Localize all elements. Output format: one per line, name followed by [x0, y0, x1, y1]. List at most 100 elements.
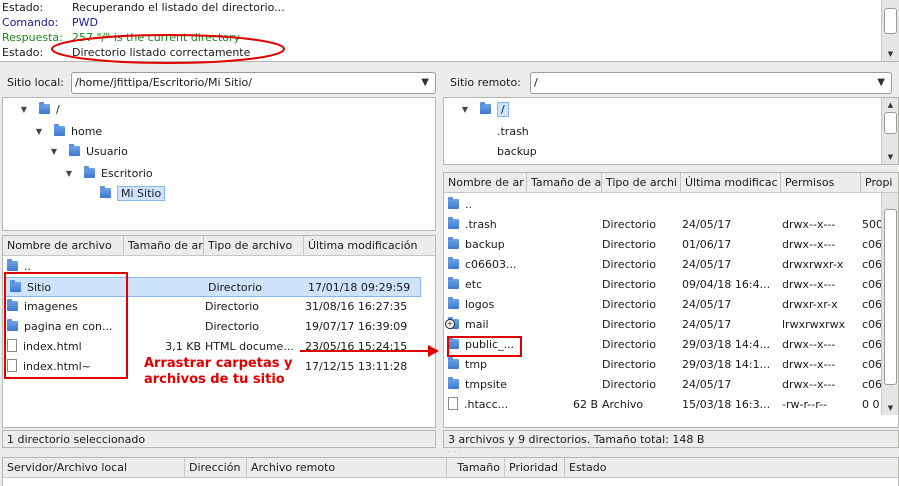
local-path-combo[interactable]: /home/jfittipa/Escritorio/Mi Sitio/ ▼: [71, 72, 436, 94]
file-name-cell: tmp: [448, 355, 528, 375]
remote-target-highlight-box: [447, 336, 522, 357]
tree-node[interactable]: ▼ /: [21, 100, 60, 120]
expand-arrow-icon[interactable]: ▼: [64, 164, 74, 184]
chevron-down-icon[interactable]: ▼: [421, 73, 429, 93]
expand-arrow-icon[interactable]: ▼: [460, 100, 470, 120]
table-row[interactable]: backup Directorio 01/06/17 drwx--x--- c06: [444, 235, 882, 255]
file-permissions: drwx--x---: [782, 338, 836, 351]
tree-node[interactable]: ▼ /: [462, 100, 509, 120]
scroll-down-arrow[interactable]: ▼: [882, 402, 898, 414]
file-name: .trash: [465, 218, 497, 231]
file-size: [528, 215, 598, 235]
column-header-direction[interactable]: Dirección: [185, 458, 247, 477]
file-modified: 15/03/18 16:3...: [682, 398, 771, 411]
remote-list-header: Nombre de ar Tamaño de a Tipo de archi Ú…: [444, 173, 898, 193]
file-size: [124, 317, 201, 337]
scroll-up-arrow[interactable]: ▲: [882, 99, 898, 111]
tree-node-label: /: [497, 102, 509, 117]
folder-icon: [448, 257, 459, 269]
file-size: [528, 355, 598, 375]
column-header-size[interactable]: Tamaño de a: [527, 173, 602, 192]
file-type: Directorio: [602, 358, 656, 371]
column-header-size[interactable]: Tamaño: [447, 458, 505, 477]
file-name-cell: .trash: [448, 215, 528, 235]
log-line-message: Recuperando el listado del directorio...: [72, 1, 285, 14]
highlight-ellipse: [51, 34, 285, 64]
log-scrollbar[interactable]: ▼: [881, 0, 899, 61]
table-row[interactable]: etc Directorio 09/04/18 16:4... drwx--x--- c…: [444, 275, 882, 295]
file-icon: [448, 397, 458, 410]
column-header-type[interactable]: Tipo de archivo: [204, 236, 304, 255]
splitter-handle[interactable]: · · · · ·: [0, 450, 899, 456]
log-line: Comando: PWD: [2, 15, 98, 30]
table-row[interactable]: logos Directorio 24/05/17 drwxr-xr-x c06: [444, 295, 882, 315]
file-type: [205, 257, 301, 277]
table-row[interactable]: tmp Directorio 29/03/18 14:1... drwx--x--- c…: [444, 355, 882, 375]
expand-arrow-icon[interactable]: ▼: [49, 142, 59, 162]
file-name: c06603...: [465, 258, 517, 271]
expand-arrow-icon[interactable]: ▼: [19, 100, 29, 120]
file-name-cell: backup: [448, 235, 528, 255]
file-size: [528, 315, 598, 335]
column-header-owner[interactable]: Propi: [861, 173, 898, 192]
column-header-remote-file[interactable]: Archivo remoto: [247, 458, 447, 477]
splitter-handle[interactable]: · · · · ·: [0, 61, 440, 67]
remote-tree-scrollbar[interactable]: ▲ ▼: [881, 98, 898, 164]
log-line: Estado: Recuperando el listado del direct…: [2, 0, 285, 15]
remote-path-combo[interactable]: / ▼: [530, 72, 892, 94]
remote-list-scroll-thumb[interactable]: [884, 209, 897, 385]
file-type: Directorio: [205, 320, 259, 333]
tree-node[interactable]: backup: [480, 142, 537, 162]
file-modified: 01/06/17: [682, 238, 732, 251]
column-header-permissions[interactable]: Permisos: [781, 173, 861, 192]
file-modified: 17/01/18 09:29:59: [308, 281, 411, 294]
table-row[interactable]: ..: [444, 195, 880, 215]
tree-node[interactable]: ▼ home: [36, 122, 102, 142]
expand-arrow-icon[interactable]: ▼: [34, 122, 44, 142]
file-size: 3,1 KB: [165, 340, 201, 353]
column-header-local-file[interactable]: Servidor/Archivo local: [3, 458, 185, 477]
folder-icon: [100, 186, 111, 198]
column-header-size[interactable]: Tamaño de ar: [124, 236, 204, 255]
folder-icon: [39, 102, 50, 114]
chevron-down-icon[interactable]: ▼: [877, 73, 885, 93]
table-row[interactable]: tmpsite Directorio 24/05/17 drwx--x--- c06: [444, 375, 882, 395]
file-name-cell: mail: [448, 315, 528, 335]
log-scroll-thumb[interactable]: [884, 8, 897, 34]
column-header-modified[interactable]: Última modificac: [681, 173, 781, 192]
folder-icon: [448, 357, 459, 369]
column-header-name[interactable]: Nombre de archivo: [3, 236, 124, 255]
log-line-type: Estado:: [2, 1, 44, 14]
column-header-modified[interactable]: Última modificación: [304, 236, 435, 255]
tree-node[interactable]: Mi Sitio: [100, 184, 166, 204]
column-header-priority[interactable]: Prioridad: [505, 458, 565, 477]
file-type: HTML docume...: [205, 340, 294, 353]
column-header-name[interactable]: Nombre de ar: [444, 173, 527, 192]
remote-tree-scroll-thumb[interactable]: [884, 112, 897, 134]
file-modified: 24/05/17: [682, 378, 732, 391]
tree-node[interactable]: .trash: [480, 122, 529, 142]
table-row[interactable]: mail Directorio 24/05/17 lrwxrwxrwx c06 +: [444, 315, 882, 335]
column-header-type[interactable]: Tipo de archi: [602, 173, 681, 192]
remote-status-bar: 3 archivos y 9 directorios. Tamaño total…: [443, 430, 899, 448]
file-permissions: drwx--x---: [782, 238, 836, 251]
column-header-status[interactable]: Estado: [565, 458, 898, 477]
file-name-cell: .htacc...: [448, 395, 528, 415]
scroll-down-arrow[interactable]: ▼: [882, 151, 898, 163]
table-row[interactable]: .htacc... 62 B Archivo 15/03/18 16:3... -rw-…: [444, 395, 880, 415]
file-name-cell: etc: [448, 275, 528, 295]
tree-node[interactable]: ▼ Escritorio: [66, 164, 153, 184]
file-name-cell: ..: [448, 195, 528, 215]
log-scroll-down-arrow[interactable]: ▼: [882, 48, 899, 60]
tree-node[interactable]: ▼ Usuario: [51, 142, 128, 162]
file-name: logos: [465, 298, 495, 311]
file-permissions: drwx--x---: [782, 278, 836, 291]
tree-node-label: Usuario: [86, 145, 128, 158]
remote-list-scrollbar[interactable]: ▼: [881, 193, 898, 415]
remote-site-label: Sitio remoto:: [450, 76, 521, 89]
table-row[interactable]: .trash Directorio 24/05/17 drwx--x--- 500: [444, 215, 882, 235]
file-modified: [682, 195, 780, 215]
file-type: Directorio: [602, 258, 656, 271]
file-permissions: lrwxrwxrwx: [782, 318, 846, 331]
table-row[interactable]: c06603... Directorio 24/05/17 drwxrwxr-x c06: [444, 255, 882, 275]
